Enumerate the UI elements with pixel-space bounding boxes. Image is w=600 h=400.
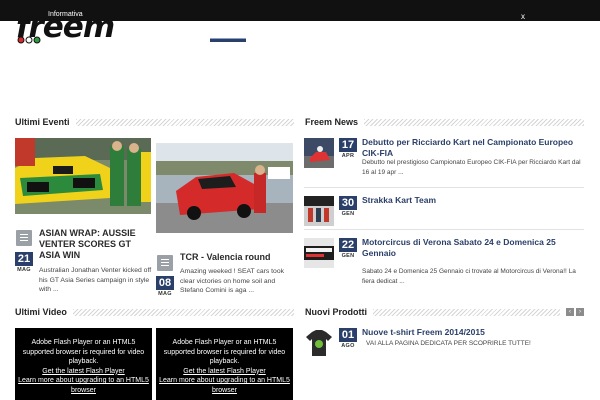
- news-date-badge: 17 APR: [339, 138, 357, 161]
- news-section-header: Freem News: [305, 115, 584, 129]
- video-player[interactable]: Adobe Flash Player or an HTML5 supported…: [156, 328, 293, 400]
- product-excerpt: VAI ALLA PAGINA DEDICATA PER SCOPRIRLE T…: [366, 340, 531, 347]
- event-day: 21: [15, 252, 33, 266]
- event-excerpt: Amazing weeked ! SEAT cars took clear vi…: [180, 268, 285, 294]
- flash-download-link[interactable]: Get the latest Flash Player: [158, 367, 291, 377]
- event-month: MAG: [158, 291, 172, 297]
- document-icon: [16, 230, 32, 246]
- event-image-tcr-valencia[interactable]: [156, 143, 293, 233]
- flash-required-message: Adobe Flash Player or an HTML5 supported…: [163, 339, 286, 365]
- videos-section-header: Ultimi Video: [15, 305, 294, 319]
- header-stripe: [72, 308, 294, 316]
- product-month: AGO: [341, 343, 355, 349]
- news-thumbnail[interactable]: [304, 138, 334, 168]
- product-carousel-arrows: ‹ ›: [566, 308, 584, 316]
- event-day: 08: [156, 276, 174, 290]
- event-title[interactable]: ASIAN WRAP: AUSSIE VENTER SCORES GT ASIA…: [39, 228, 151, 261]
- news-excerpt: Sabato 24 e Domenica 25 Gennaio ci trova…: [362, 268, 576, 285]
- product-date-badge: 01 AGO: [339, 328, 357, 351]
- news-month: GEN: [341, 253, 355, 259]
- news-excerpt: Debutto nel prestigioso Campionato Europ…: [362, 159, 581, 176]
- header-stripe: [364, 118, 584, 126]
- logo-dots-icon: [17, 36, 41, 44]
- news-month: GEN: [341, 211, 355, 217]
- close-icon[interactable]: x: [521, 12, 525, 21]
- news-title[interactable]: Strakka Kart Team: [362, 195, 588, 206]
- event-date-badge: 08 MAG: [156, 276, 174, 299]
- news-day: 30: [339, 196, 357, 210]
- gt-car-photo-icon: [15, 138, 151, 214]
- news-thumbnail[interactable]: [304, 196, 334, 226]
- event-excerpt: Australian Jonathan Venter kicked off hi…: [39, 267, 152, 293]
- news-title[interactable]: Motorcircus di Verona Sabato 24 e Domeni…: [362, 237, 588, 259]
- document-icon: [157, 255, 173, 271]
- event-date-badge: 21 MAG: [15, 252, 33, 275]
- event-title[interactable]: TCR - Valencia round: [180, 252, 292, 263]
- products-section-title: Nuovi Prodotti: [305, 307, 367, 317]
- news-date-badge: 22 GEN: [339, 238, 357, 261]
- events-section-header: Ultimi Eventi: [15, 115, 294, 129]
- product-title[interactable]: Nuove t-shirt Freem 2014/2015: [362, 327, 588, 338]
- chevron-right-icon[interactable]: ›: [576, 308, 584, 316]
- news-title[interactable]: Debutto per Ricciardo Kart nel Campionat…: [362, 137, 588, 159]
- product-day: 01: [339, 328, 357, 342]
- flash-required-message: Adobe Flash Player or an HTML5 supported…: [22, 339, 145, 365]
- news-divider: [304, 187, 584, 188]
- product-thumbnail[interactable]: [304, 328, 334, 358]
- header-stripe: [373, 308, 560, 316]
- events-section-title: Ultimi Eventi: [15, 117, 70, 127]
- nav-active-indicator[interactable]: [210, 38, 246, 42]
- motorcircus-poster-icon: [304, 238, 334, 268]
- news-day: 22: [339, 238, 357, 252]
- video-player[interactable]: Adobe Flash Player or an HTML5 supported…: [15, 328, 152, 400]
- site-logo[interactable]: freem: [14, 12, 115, 44]
- team-photo-icon: [304, 196, 334, 226]
- news-section-title: Freem News: [305, 117, 359, 127]
- news-divider: [304, 229, 584, 230]
- html5-upgrade-link[interactable]: Learn more about upgrading to an HTML5 b…: [17, 376, 150, 395]
- flash-download-link[interactable]: Get the latest Flash Player: [17, 367, 150, 377]
- chevron-left-icon[interactable]: ‹: [566, 308, 574, 316]
- news-date-badge: 30 GEN: [339, 196, 357, 219]
- news-month: APR: [341, 153, 355, 159]
- html5-upgrade-link[interactable]: Learn more about upgrading to an HTML5 b…: [158, 376, 291, 395]
- news-thumbnail[interactable]: [304, 238, 334, 268]
- tcr-car-photo-icon: [156, 143, 293, 233]
- header-stripe: [75, 118, 294, 126]
- event-month: MAG: [17, 267, 31, 273]
- products-section-header: Nuovi Prodotti ‹ ›: [305, 305, 584, 319]
- news-day: 17: [339, 138, 357, 152]
- kart-photo-icon: [304, 138, 334, 168]
- tshirt-icon: [304, 328, 334, 358]
- videos-section-title: Ultimi Video: [15, 307, 67, 317]
- event-image-gt-asia[interactable]: [15, 138, 151, 214]
